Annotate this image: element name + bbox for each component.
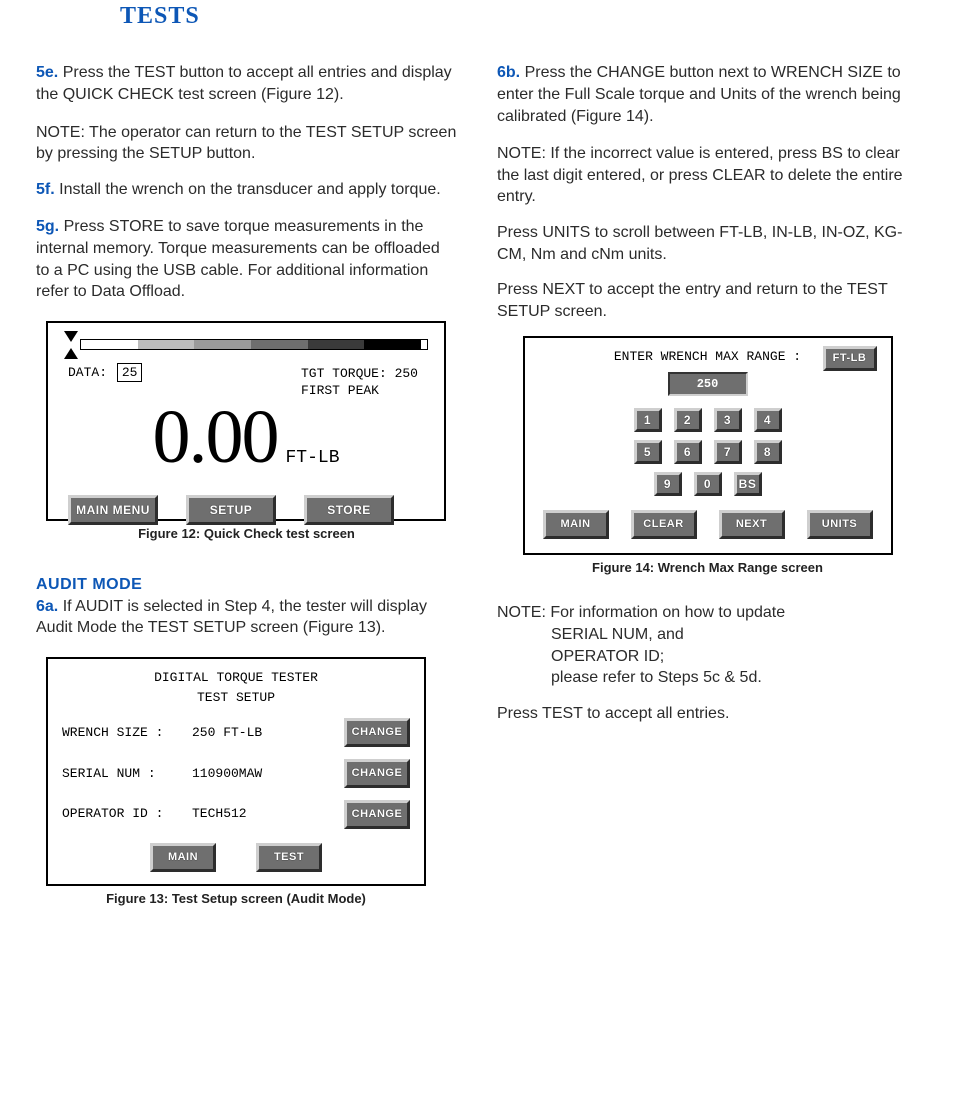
note-prefix: NOTE: bbox=[497, 604, 546, 621]
units-paragraph: Press UNITS to scroll between FT-LB, IN-… bbox=[497, 222, 918, 265]
step-5f: 5f. Install the wrench on the transducer… bbox=[36, 179, 457, 201]
wrench-size-label: WRENCH SIZE : bbox=[62, 724, 192, 742]
operator-id-value: TECH512 bbox=[192, 805, 344, 823]
numeric-keypad: 1 2 3 4 5 6 7 8 9 0 BS bbox=[537, 408, 879, 496]
keypad-1[interactable]: 1 bbox=[634, 408, 662, 432]
note-3: NOTE: For information on how to update S… bbox=[497, 602, 918, 688]
keypad-3[interactable]: 3 bbox=[714, 408, 742, 432]
figure-14-caption: Figure 14: Wrench Max Range screen bbox=[497, 559, 918, 577]
step-6b: 6b. Press the CHANGE button next to WREN… bbox=[497, 62, 918, 127]
note3-line3: OPERATOR ID; bbox=[497, 646, 918, 668]
figure-13: DIGITAL TORQUE TESTER TEST SETUP WRENCH … bbox=[46, 657, 426, 885]
change-serial-button[interactable]: CHANGE bbox=[344, 759, 410, 788]
wrench-size-value: 250 FT-LB bbox=[192, 724, 344, 742]
note3-line4: please refer to Steps 5c & 5d. bbox=[497, 667, 918, 689]
note-1: NOTE: The operator can return to the TES… bbox=[36, 122, 457, 165]
target-torque-label: TGT TORQUE: 250 bbox=[301, 365, 418, 383]
torque-readout: 0.00 FT-LB bbox=[64, 386, 428, 489]
fig13-title-2: TEST SETUP bbox=[62, 689, 410, 707]
step-text: Install the wrench on the transducer and… bbox=[59, 181, 441, 198]
note-body: The operator can return to the TEST SETU… bbox=[36, 124, 456, 163]
page-title: TESTS bbox=[120, 0, 954, 32]
keypad-bs[interactable]: BS bbox=[734, 472, 762, 496]
figure-13-caption: Figure 13: Test Setup screen (Audit Mode… bbox=[36, 890, 436, 908]
clear-button[interactable]: CLEAR bbox=[631, 510, 697, 539]
right-column: 6b. Press the CHANGE button next to WREN… bbox=[497, 62, 918, 907]
operator-id-row: OPERATOR ID : TECH512 CHANGE bbox=[62, 800, 410, 829]
enter-range-label: ENTER WRENCH MAX RANGE : bbox=[614, 349, 801, 364]
data-value-box: 25 bbox=[117, 363, 143, 383]
press-test-paragraph: Press TEST to accept all entries. bbox=[497, 703, 918, 725]
fig14-header: ENTER WRENCH MAX RANGE : FT-LB 250 bbox=[537, 348, 879, 396]
two-column-layout: 5e. Press the TEST button to accept all … bbox=[0, 50, 954, 907]
main-button[interactable]: MAIN bbox=[150, 843, 216, 872]
note-prefix: NOTE: bbox=[36, 124, 85, 141]
fig13-button-row: MAIN TEST bbox=[62, 843, 410, 872]
units-button[interactable]: UNITS bbox=[807, 510, 873, 539]
triangle-down-icon bbox=[64, 331, 78, 342]
note3-line1: For information on how to update bbox=[550, 604, 785, 621]
torque-unit: FT-LB bbox=[285, 446, 339, 470]
wrench-size-row: WRENCH SIZE : 250 FT-LB CHANGE bbox=[62, 718, 410, 747]
data-label: DATA: bbox=[68, 365, 107, 380]
gauge-gradient bbox=[80, 339, 428, 350]
fig14-button-row: MAIN CLEAR NEXT UNITS bbox=[537, 510, 879, 539]
step-number: 5e. bbox=[36, 64, 58, 81]
step-text: If AUDIT is selected in Step 4, the test… bbox=[36, 598, 427, 637]
note3-line2: SERIAL NUM, and bbox=[497, 624, 918, 646]
target-torque-block: TGT TORQUE: 250 FIRST PEAK bbox=[301, 365, 418, 400]
serial-num-value: 110900MAW bbox=[192, 765, 344, 783]
step-6a: 6a. If AUDIT is selected in Step 4, the … bbox=[36, 596, 457, 639]
step-number: 5g. bbox=[36, 218, 59, 235]
step-text: Press STORE to save torque measurements … bbox=[36, 218, 440, 300]
step-text: Press the TEST button to accept all entr… bbox=[36, 64, 452, 103]
gauge-markers bbox=[64, 331, 78, 359]
fig12-button-row: MAIN MENU SETUP STORE bbox=[64, 495, 428, 525]
figure-12: TGT TORQUE: 250 FIRST PEAK DATA: 25 0.00… bbox=[46, 321, 446, 521]
first-peak-label: FIRST PEAK bbox=[301, 382, 418, 400]
note-2: NOTE: If the incorrect value is entered,… bbox=[497, 143, 918, 208]
main-button[interactable]: MAIN bbox=[543, 510, 609, 539]
keypad-5[interactable]: 5 bbox=[634, 440, 662, 464]
note-body: If the incorrect value is entered, press… bbox=[497, 145, 903, 205]
serial-num-row: SERIAL NUM : 110900MAW CHANGE bbox=[62, 759, 410, 788]
change-wrench-button[interactable]: CHANGE bbox=[344, 718, 410, 747]
keypad-7[interactable]: 7 bbox=[714, 440, 742, 464]
keypad-8[interactable]: 8 bbox=[754, 440, 782, 464]
next-button[interactable]: NEXT bbox=[719, 510, 785, 539]
step-number: 6b. bbox=[497, 64, 520, 81]
step-text: Press the CHANGE button next to WRENCH S… bbox=[497, 64, 901, 124]
step-5g: 5g. Press STORE to save torque measureme… bbox=[36, 216, 457, 302]
step-5e: 5e. Press the TEST button to accept all … bbox=[36, 62, 457, 105]
figure-12-caption: Figure 12: Quick Check test screen bbox=[36, 525, 457, 543]
keypad-9[interactable]: 9 bbox=[654, 472, 682, 496]
keypad-6[interactable]: 6 bbox=[674, 440, 702, 464]
keypad-2[interactable]: 2 bbox=[674, 408, 702, 432]
setup-button[interactable]: SETUP bbox=[186, 495, 276, 525]
step-number: 5f. bbox=[36, 181, 55, 198]
next-paragraph: Press NEXT to accept the entry and retur… bbox=[497, 279, 918, 322]
keypad-0[interactable]: 0 bbox=[694, 472, 722, 496]
audit-mode-heading: AUDIT MODE bbox=[36, 574, 457, 596]
step-number: 6a. bbox=[36, 598, 58, 615]
fig13-title-1: DIGITAL TORQUE TESTER bbox=[62, 669, 410, 687]
store-button[interactable]: STORE bbox=[304, 495, 394, 525]
triangle-up-icon bbox=[64, 348, 78, 359]
serial-num-label: SERIAL NUM : bbox=[62, 765, 192, 783]
figure-14: ENTER WRENCH MAX RANGE : FT-LB 250 1 2 3… bbox=[523, 336, 893, 555]
main-menu-button[interactable]: MAIN MENU bbox=[68, 495, 158, 525]
keypad-4[interactable]: 4 bbox=[754, 408, 782, 432]
left-column: 5e. Press the TEST button to accept all … bbox=[36, 62, 457, 907]
gauge-bar bbox=[64, 331, 428, 359]
operator-id-label: OPERATOR ID : bbox=[62, 805, 192, 823]
change-operator-button[interactable]: CHANGE bbox=[344, 800, 410, 829]
torque-value: 0.00 bbox=[152, 386, 277, 489]
test-button[interactable]: TEST bbox=[256, 843, 322, 872]
range-entry-field[interactable]: 250 bbox=[668, 372, 748, 396]
unit-indicator: FT-LB bbox=[823, 346, 877, 371]
note-prefix: NOTE: bbox=[497, 145, 546, 162]
